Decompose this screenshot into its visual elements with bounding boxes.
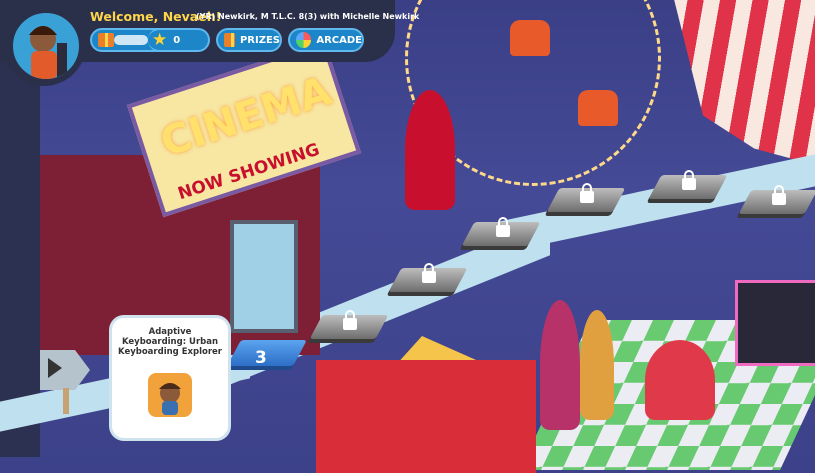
circus-tent — [674, 0, 815, 165]
lock-icon — [496, 217, 510, 237]
lock-icon — [422, 263, 436, 283]
ringmaster-character — [405, 90, 455, 210]
arcade-button[interactable]: ARCADE — [288, 28, 364, 52]
gift-icon — [224, 33, 235, 47]
lock-icon — [580, 183, 594, 203]
prizes-button[interactable]: PRIZES — [216, 28, 282, 52]
arcade-label: ARCADE — [316, 34, 362, 46]
activity-thumbnail[interactable] — [148, 373, 192, 417]
activity-card[interactable]: Adaptive Keyboarding: Urban Keyboarding … — [112, 318, 228, 438]
game-map: CINEMA NOW SHOWING 3 Adaptive Keyboardin… — [0, 0, 815, 473]
gift-icon — [98, 33, 114, 47]
dancing-kid-character — [645, 340, 715, 420]
student-avatar-icon — [159, 383, 181, 415]
snack-stand — [316, 360, 536, 473]
user-avatar-icon — [29, 26, 67, 79]
avatar[interactable] — [10, 10, 82, 82]
stars-count: 0 — [173, 34, 181, 46]
lock-icon — [772, 185, 786, 205]
play-icon — [48, 358, 62, 378]
reward-progress-bar — [114, 35, 148, 45]
ferris-pod — [510, 20, 550, 56]
activity-title: Adaptive Keyboarding: Urban Keyboarding … — [118, 327, 222, 357]
ferris-pod — [578, 90, 618, 126]
lock-icon — [682, 170, 696, 190]
current-level-number[interactable]: 3 — [255, 348, 267, 368]
session-info: (YR) Newkirk, M T.L.C. 8(3) with Michell… — [196, 12, 420, 21]
arcade-icon — [296, 32, 312, 48]
dj-booth — [735, 280, 815, 366]
kid-character — [540, 300, 580, 430]
kid-character — [580, 310, 614, 420]
lock-icon — [343, 310, 357, 330]
star-icon: ★ — [152, 29, 168, 50]
prizes-label: PRIZES — [239, 34, 280, 46]
avatar-frame — [2, 2, 86, 86]
signpost-pole — [63, 388, 69, 414]
cinema-door — [230, 220, 298, 333]
stars-counter: ★ 0 — [148, 28, 210, 52]
current-level-tile[interactable] — [227, 340, 307, 366]
